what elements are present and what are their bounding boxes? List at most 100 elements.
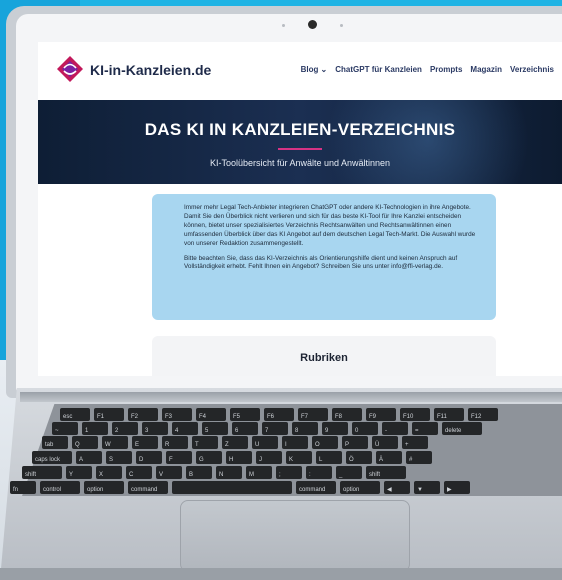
- keyboard-key[interactable]: +: [402, 436, 428, 449]
- keyboard-row: ~1 2 3 4 5 6 7 8 9 0- = delete: [52, 422, 482, 435]
- keyboard-key[interactable]: F4: [196, 408, 226, 421]
- keyboard-key[interactable]: 7: [262, 422, 288, 435]
- keyboard-key[interactable]: F11: [434, 408, 464, 421]
- keyboard-key[interactable]: I: [282, 436, 308, 449]
- keyboard-key[interactable]: B: [186, 466, 212, 479]
- keyboard-key[interactable]: esc: [60, 408, 90, 421]
- keyboard-key[interactable]: O: [312, 436, 338, 449]
- main-nav: Blog ⌄ ChatGPT für Kanzleien Prompts Mag…: [301, 65, 554, 74]
- keyboard-key[interactable]: P: [342, 436, 368, 449]
- keyboard-key[interactable]: 5: [202, 422, 228, 435]
- keyboard-key[interactable]: _: [336, 466, 362, 479]
- keyboard-key[interactable]: :: [306, 466, 332, 479]
- keyboard-key[interactable]: option: [84, 481, 124, 494]
- rubriken-section: Rubriken: [152, 336, 496, 376]
- keyboard-key[interactable]: F5: [230, 408, 260, 421]
- keyboard-key[interactable]: command: [128, 481, 168, 494]
- laptop-front-edge: [0, 568, 562, 580]
- keyboard-key[interactable]: 0: [352, 422, 378, 435]
- keyboard-key[interactable]: M: [246, 466, 272, 479]
- sensor-dot: [340, 24, 343, 27]
- keyboard-key[interactable]: C: [126, 466, 152, 479]
- keyboard-key[interactable]: L: [316, 451, 342, 464]
- main-content: Immer mehr Legal Tech-Anbieter integrier…: [38, 184, 562, 376]
- nav-item-prompts[interactable]: Prompts: [430, 65, 462, 74]
- keyboard-key[interactable]: ▼: [414, 481, 440, 494]
- keyboard-key[interactable]: delete: [442, 422, 482, 435]
- keyboard-key[interactable]: ;: [276, 466, 302, 479]
- keyboard-key[interactable]: ~: [52, 422, 78, 435]
- keyboard-key[interactable]: Ä: [376, 451, 402, 464]
- keyboard-key[interactable]: ▶: [444, 481, 470, 494]
- keyboard-key[interactable]: fn: [10, 481, 36, 494]
- hero-title: DAS KI IN KANZLEIEN-VERZEICHNIS: [144, 120, 456, 139]
- keyboard-key[interactable]: F1: [94, 408, 124, 421]
- keyboard-key[interactable]: Y: [66, 466, 92, 479]
- keyboard-key[interactable]: #: [406, 451, 432, 464]
- keyboard-key[interactable]: control: [40, 481, 80, 494]
- camera-icon: [308, 20, 317, 29]
- keyboard-key[interactable]: 1: [82, 422, 108, 435]
- keyboard-key[interactable]: =: [412, 422, 438, 435]
- keyboard-key[interactable]: F6: [264, 408, 294, 421]
- nav-item-blog[interactable]: Blog ⌄: [301, 65, 328, 74]
- keyboard-key[interactable]: G: [196, 451, 222, 464]
- keyboard-key[interactable]: A: [76, 451, 102, 464]
- nav-item-magazin[interactable]: Magazin: [470, 65, 502, 74]
- nav-item-chatgpt[interactable]: ChatGPT für Kanzleien: [335, 65, 422, 74]
- keyboard-key[interactable]: 2: [112, 422, 138, 435]
- keyboard-key[interactable]: -: [382, 422, 408, 435]
- keyboard-key[interactable]: [172, 481, 292, 494]
- laptop-hinge: [20, 392, 562, 402]
- keyboard-key[interactable]: D: [136, 451, 162, 464]
- keyboard-key[interactable]: caps lock: [32, 451, 72, 464]
- keyboard-key[interactable]: F10: [400, 408, 430, 421]
- keyboard-key[interactable]: 8: [292, 422, 318, 435]
- keyboard-key[interactable]: F: [166, 451, 192, 464]
- keyboard-key[interactable]: 6: [232, 422, 258, 435]
- keyboard-key[interactable]: X: [96, 466, 122, 479]
- keyboard-key[interactable]: F3: [162, 408, 192, 421]
- keyboard-key[interactable]: J: [256, 451, 282, 464]
- keyboard-key[interactable]: S: [106, 451, 132, 464]
- keyboard-row: tab Q W E R T Z U I O P Ü +: [42, 436, 428, 449]
- keyboard-key[interactable]: Z: [222, 436, 248, 449]
- keyboard-key[interactable]: ◀: [384, 481, 410, 494]
- keyboard-key[interactable]: command: [296, 481, 336, 494]
- nav-item-verzeichnis[interactable]: Verzeichnis: [510, 65, 554, 74]
- site-logo-text[interactable]: KI-in-Kanzleien.de: [90, 62, 211, 78]
- keyboard-key[interactable]: Ü: [372, 436, 398, 449]
- keyboard-key[interactable]: R: [162, 436, 188, 449]
- keyboard-key[interactable]: T: [192, 436, 218, 449]
- keyboard-key[interactable]: F7: [298, 408, 328, 421]
- keyboard-key[interactable]: tab: [42, 436, 68, 449]
- keyboard-row: caps lock A S D F G H J K L Ö Ä #: [32, 451, 432, 464]
- keyboard-key[interactable]: N: [216, 466, 242, 479]
- keyboard-key[interactable]: 4: [172, 422, 198, 435]
- keyboard-key[interactable]: 3: [142, 422, 168, 435]
- keyboard-key[interactable]: W: [102, 436, 128, 449]
- keyboard-key[interactable]: Q: [72, 436, 98, 449]
- keyboard-key[interactable]: K: [286, 451, 312, 464]
- keyboard-row: shift Y X C V B N M;: _ shift: [22, 466, 406, 479]
- keyboard-key[interactable]: V: [156, 466, 182, 479]
- trackpad[interactable]: [180, 500, 410, 572]
- hero-banner: DAS KI IN KANZLEIEN-VERZEICHNIS KI-Toolü…: [38, 100, 562, 184]
- keyboard-key[interactable]: 9: [322, 422, 348, 435]
- keyboard-key[interactable]: shift: [366, 466, 406, 479]
- info-paragraph-1: Immer mehr Legal Tech-Anbieter integrier…: [184, 204, 476, 247]
- keyboard-key[interactable]: F2: [128, 408, 158, 421]
- keyboard-key[interactable]: E: [132, 436, 158, 449]
- keyboard-key[interactable]: Ö: [346, 451, 372, 464]
- keyboard-key[interactable]: shift: [22, 466, 62, 479]
- site-logo-icon[interactable]: [56, 55, 84, 83]
- keyboard-key[interactable]: F8: [332, 408, 362, 421]
- hero-glow: [298, 100, 558, 184]
- keyboard-key[interactable]: option: [340, 481, 380, 494]
- keyboard-key[interactable]: U: [252, 436, 278, 449]
- keyboard-key[interactable]: H: [226, 451, 252, 464]
- keyboard-key[interactable]: F9: [366, 408, 396, 421]
- laptop-screen: KI-in-Kanzleien.de Blog ⌄ ChatGPT für Ka…: [38, 42, 562, 376]
- hero-subtitle: KI-Toolübersicht für Anwälte und Anwälti…: [209, 158, 391, 168]
- keyboard-key[interactable]: F12: [468, 408, 498, 421]
